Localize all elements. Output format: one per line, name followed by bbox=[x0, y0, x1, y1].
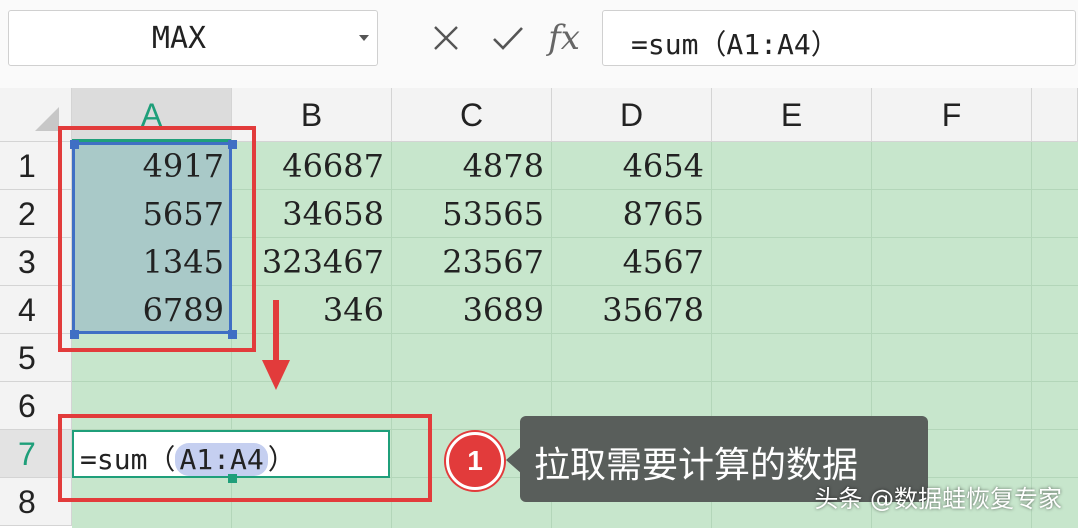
function-icon: fx bbox=[548, 18, 580, 58]
highlight-box-formula bbox=[58, 414, 432, 502]
callout-text: 拉取需要计算的数据 bbox=[534, 445, 859, 486]
cell-b1[interactable]: 46687 bbox=[232, 142, 392, 190]
confirm-button[interactable] bbox=[486, 16, 530, 60]
cell-d4[interactable]: 35678 bbox=[552, 286, 712, 334]
formula-text: =sum（A1:A4） bbox=[631, 28, 839, 61]
chevron-down-icon[interactable] bbox=[359, 35, 369, 41]
cell-b3[interactable]: 323467 bbox=[232, 238, 392, 286]
column-header-d[interactable]: D bbox=[552, 88, 712, 142]
cell-c3[interactable]: 23567 bbox=[392, 238, 552, 286]
down-arrow-icon bbox=[273, 300, 279, 362]
select-all-icon bbox=[35, 107, 59, 131]
cell-d3[interactable]: 4567 bbox=[552, 238, 712, 286]
formula-input[interactable]: =sum（A1:A4） bbox=[602, 10, 1076, 66]
cell-c4[interactable]: 3689 bbox=[392, 286, 552, 334]
insert-function-button[interactable]: fx bbox=[542, 16, 586, 60]
formula-bar: MAX fx =sum（A1:A4） bbox=[0, 0, 1078, 88]
cell-d1[interactable]: 4654 bbox=[552, 142, 712, 190]
name-box-value: MAX bbox=[151, 21, 207, 56]
cancel-button[interactable] bbox=[424, 16, 468, 60]
gridline bbox=[72, 381, 1078, 382]
checkmark-icon bbox=[493, 27, 523, 50]
column-header-b[interactable]: B bbox=[232, 88, 392, 142]
cell-c1[interactable]: 4878 bbox=[392, 142, 552, 190]
cell-b4[interactable]: 346 bbox=[232, 286, 392, 334]
column-header-c[interactable]: C bbox=[392, 88, 552, 142]
step-badge: 1 bbox=[446, 432, 504, 490]
watermark: 头条 @数据蛙恢复专家 bbox=[814, 485, 1062, 513]
cell-b2[interactable]: 34658 bbox=[232, 190, 392, 238]
name-box[interactable]: MAX bbox=[8, 10, 378, 66]
column-header-g[interactable] bbox=[1032, 88, 1078, 142]
column-header-e[interactable]: E bbox=[712, 88, 872, 142]
column-header-f[interactable]: F bbox=[872, 88, 1032, 142]
cell-d2[interactable]: 8765 bbox=[552, 190, 712, 238]
cell-c2[interactable]: 53565 bbox=[392, 190, 552, 238]
gridline bbox=[1031, 142, 1032, 528]
highlight-box-range bbox=[58, 126, 256, 352]
close-icon bbox=[434, 26, 458, 50]
arrow-head-icon bbox=[262, 360, 290, 390]
